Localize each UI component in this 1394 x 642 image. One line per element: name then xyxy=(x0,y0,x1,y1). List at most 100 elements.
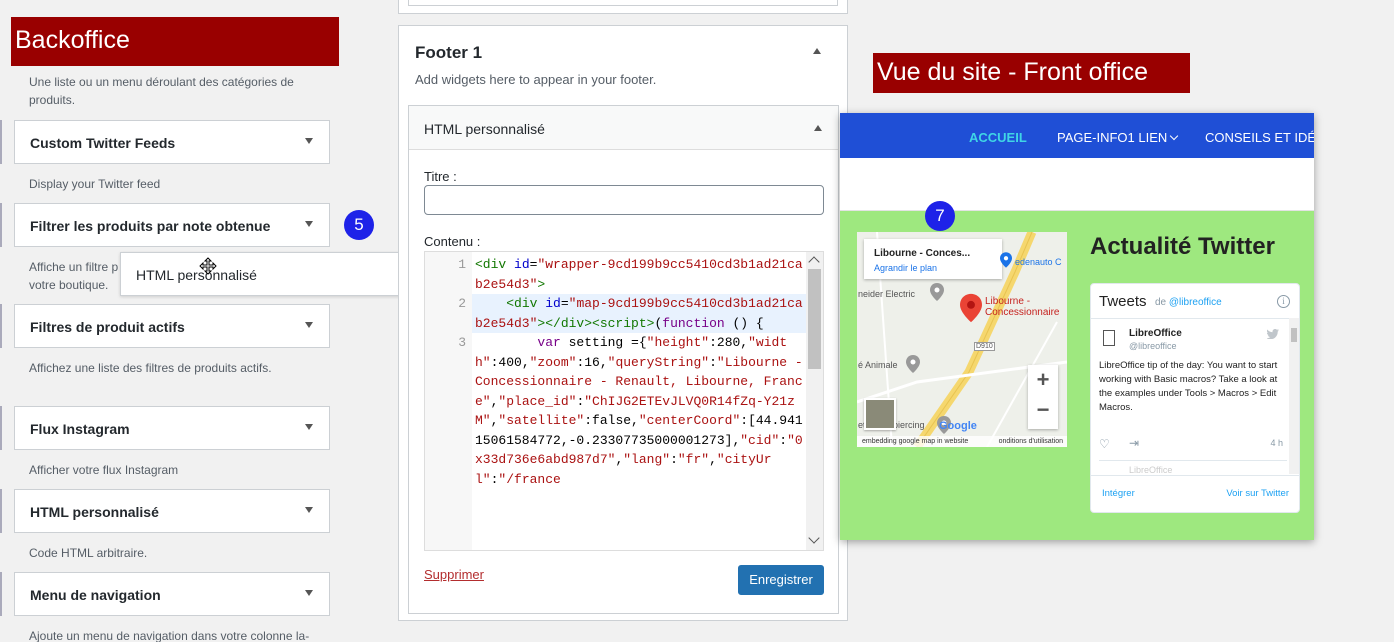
map-place-label: Concessionnaire xyxy=(985,307,1060,318)
save-button[interactable]: Enregistrer xyxy=(738,565,824,595)
caret-down-icon[interactable] xyxy=(305,138,313,144)
line-number: 3 xyxy=(425,333,472,489)
footer-area-description: Add widgets here to appear in your foote… xyxy=(415,72,657,87)
map-road-label: D910 xyxy=(974,342,995,351)
code-scrollbar[interactable] xyxy=(806,252,823,550)
widget-title: Custom Twitter Feeds xyxy=(30,135,176,151)
line-number: 1 xyxy=(425,255,472,294)
tweets-by: de @libreoffice xyxy=(1155,297,1222,308)
tweet-actions: ♡ ⇥ 4 h xyxy=(1099,436,1291,451)
footer-area-title[interactable]: Footer 1 xyxy=(415,43,482,63)
widget-title: HTML personnalisé xyxy=(30,504,159,520)
map-enlarge-link[interactable]: Agrandir le plan xyxy=(874,263,937,273)
widget-html-personnalise[interactable]: HTML personnalisé xyxy=(14,489,330,533)
site-nav: ACCUEIL PAGE-INFO1 LIEN CONSEILS ET IDÉE xyxy=(840,113,1314,158)
zoom-out-button[interactable]: − xyxy=(1028,397,1058,423)
widget-desc: Afficher votre flux Instagram xyxy=(29,463,179,477)
view-on-twitter-link[interactable]: Voir sur Twitter xyxy=(1226,488,1289,499)
step-badge-5: 5 xyxy=(344,210,374,240)
front-office-preview: ACCUEIL PAGE-INFO1 LIEN CONSEILS ET IDÉE… xyxy=(840,113,1314,540)
map-label: edenauto C xyxy=(1015,257,1062,267)
titre-input[interactable] xyxy=(424,185,824,215)
widget-desc: Code HTML arbitraire. xyxy=(29,546,148,560)
location-pin-icon xyxy=(960,293,982,323)
widget-desc-categories: Une liste ou un menu déroulant des catég… xyxy=(29,75,294,107)
map-footer-text: embedding google map in website xyxy=(862,438,969,445)
share-icon[interactable]: ⇥ xyxy=(1129,436,1139,450)
map-zoom-control: + − xyxy=(1028,365,1058,429)
google-map[interactable]: Libourne - Conces... Agrandir le plan ed… xyxy=(857,232,1067,447)
tweet-handle[interactable]: @libreoffice xyxy=(1129,341,1177,351)
map-pin-icon xyxy=(930,283,944,301)
map-terms-link[interactable]: onditions d'utilisation xyxy=(999,436,1063,447)
widget-title: Filtres de produit actifs xyxy=(30,319,185,335)
widget-filtres-actifs[interactable]: Filtres de produit actifs xyxy=(14,304,330,348)
caret-down-icon[interactable] xyxy=(305,322,313,328)
widget-desc: Display your Twitter feed xyxy=(29,177,161,191)
twitter-bird-icon xyxy=(1267,329,1279,339)
widget-custom-twitter-feeds[interactable]: Custom Twitter Feeds xyxy=(14,120,330,164)
widget-title: Flux Instagram xyxy=(30,421,130,437)
html-widget-header[interactable]: HTML personnalisé xyxy=(409,106,838,150)
scroll-down-icon[interactable] xyxy=(808,532,820,544)
titre-label: Titre : xyxy=(424,169,457,184)
widget-title: Menu de navigation xyxy=(30,587,161,603)
dragged-widget-html[interactable]: HTML personnalisé xyxy=(120,252,436,296)
google-logo: Google xyxy=(939,420,977,432)
contenu-label: Contenu : xyxy=(424,234,481,249)
nav-item-page-info[interactable]: PAGE-INFO1 LIEN xyxy=(1057,130,1179,145)
heart-icon[interactable]: ♡ xyxy=(1099,437,1110,451)
widget-filtrer-par-note[interactable]: Filtrer les produits par note obtenue xyxy=(14,203,330,247)
line-number: 2 xyxy=(425,294,472,333)
code-lines[interactable]: 1 <div id="wrapper-9cd199b9cc5410cd3b1ad… xyxy=(425,255,807,489)
map-footer: embedding google map in website ondition… xyxy=(857,436,1067,447)
map-pin-icon xyxy=(1000,252,1012,268)
footer-widget-area: Footer 1 Add widgets here to appear in y… xyxy=(398,25,848,621)
widget-desc-2: votre boutique. xyxy=(29,278,109,292)
tweet-text: LibreOffice tip of the day: You want to … xyxy=(1099,360,1278,413)
caret-down-icon[interactable] xyxy=(305,221,313,227)
map-label: é Animale xyxy=(858,360,898,370)
map-place-card: Libourne - Conces... Agrandir le plan xyxy=(864,239,1002,279)
caret-up-icon[interactable] xyxy=(813,48,821,54)
html-widget-title: HTML personnalisé xyxy=(424,121,545,137)
widget-desc: Affichez une liste des filtres de produi… xyxy=(29,361,272,375)
twitter-scrollbar[interactable] xyxy=(1289,318,1299,474)
code-line-1: 1 <div id="wrapper-9cd199b9cc5410cd3b1ad… xyxy=(425,255,807,294)
caret-down-icon[interactable] xyxy=(305,590,313,596)
widget-title: Filtrer les produits par note obtenue xyxy=(30,218,271,234)
caret-down-icon[interactable] xyxy=(305,424,313,430)
scroll-up-icon[interactable] xyxy=(808,256,820,268)
map-label: neider Electric xyxy=(858,289,916,299)
next-tweet-author: LibreOffice xyxy=(1129,465,1173,473)
nav-item-accueil[interactable]: ACCUEIL xyxy=(969,130,1027,145)
caret-down-icon[interactable] xyxy=(305,507,313,513)
info-icon[interactable]: i xyxy=(1277,295,1290,308)
scroll-thumb[interactable] xyxy=(808,269,821,369)
tweet-time[interactable]: 4 h xyxy=(1270,438,1283,448)
twitter-timeline: Tweets de @libreoffice i LibreOffice @li… xyxy=(1090,283,1300,513)
embed-link[interactable]: Intégrer xyxy=(1102,488,1135,499)
map-place-title: Libourne - Conces... xyxy=(874,248,971,259)
tweets-title: Tweets xyxy=(1099,293,1147,310)
satellite-toggle[interactable] xyxy=(864,398,896,430)
chevron-down-icon xyxy=(1170,131,1179,141)
twitter-footer: Intégrer Voir sur Twitter xyxy=(1091,475,1299,512)
widget-desc: Affiche un filtre p xyxy=(29,260,119,274)
move-cursor-icon xyxy=(199,257,217,275)
zoom-in-button[interactable]: + xyxy=(1028,367,1058,393)
widget-menu-navigation[interactable]: Menu de navigation xyxy=(14,572,330,616)
frontoffice-label: Vue du site - Front office xyxy=(873,53,1190,93)
delete-link[interactable]: Supprimer xyxy=(424,567,484,582)
map-pin-icon xyxy=(906,355,920,373)
nav-item-conseils[interactable]: CONSEILS ET IDÉE xyxy=(1205,130,1314,145)
code-line-2: 2 <div id="map-9cd199b9cc5410cd3b1ad21ca… xyxy=(425,294,807,333)
sidebar-area-top xyxy=(398,0,848,14)
tweet-author[interactable]: LibreOffice xyxy=(1129,328,1182,339)
document-icon xyxy=(1103,330,1115,346)
code-editor[interactable]: 1 <div id="wrapper-9cd199b9cc5410cd3b1ad… xyxy=(424,251,824,551)
map-place-label: Libourne - xyxy=(985,296,1031,307)
widget-flux-instagram[interactable]: Flux Instagram xyxy=(14,406,330,450)
caret-up-icon[interactable] xyxy=(814,125,822,131)
step-badge-7: 7 xyxy=(925,201,955,231)
